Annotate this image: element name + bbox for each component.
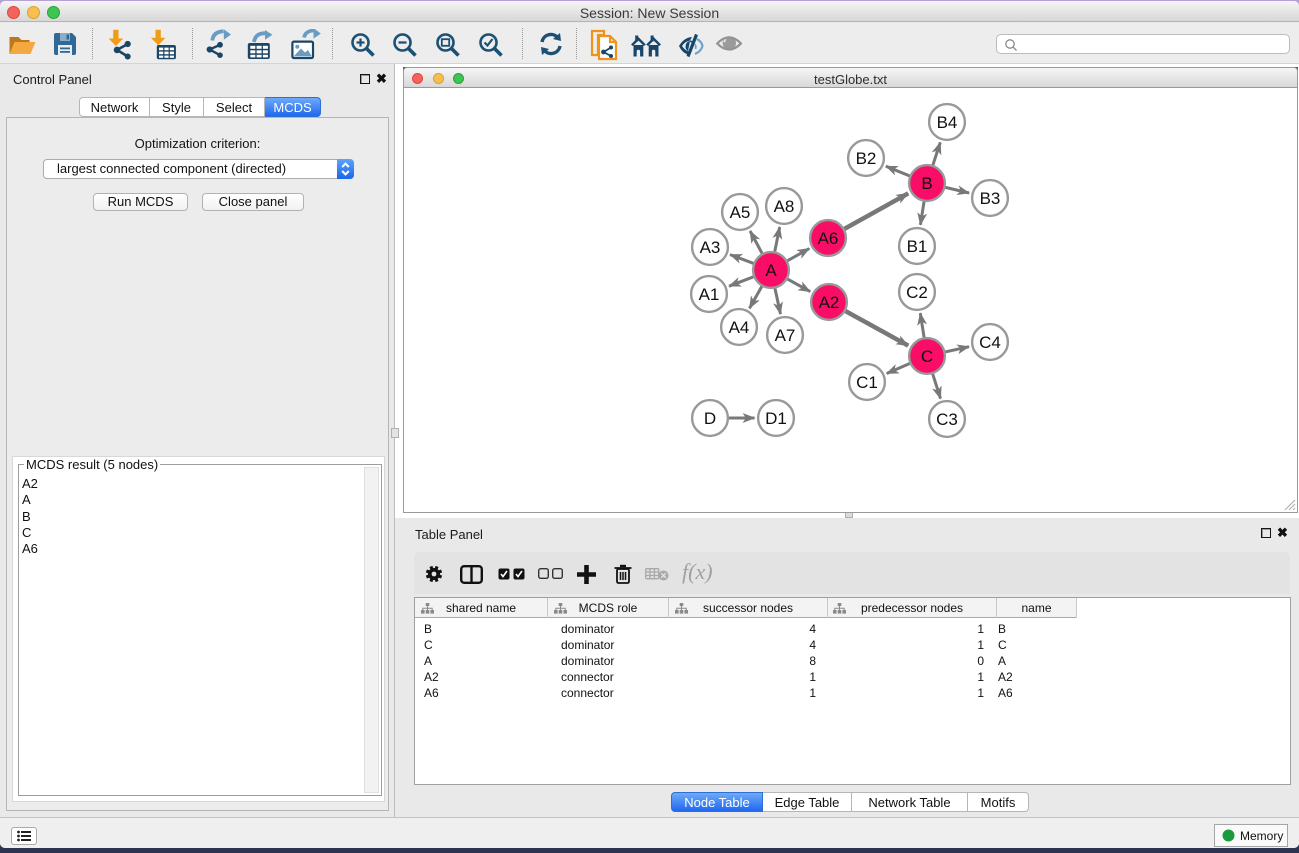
svg-text:D: D [704, 409, 716, 428]
svg-text:B3: B3 [980, 189, 1001, 208]
svg-text:C: C [921, 347, 933, 366]
svg-text:C4: C4 [979, 333, 1001, 352]
svg-text:A: A [765, 261, 777, 280]
svg-text:C2: C2 [906, 283, 928, 302]
svg-text:A5: A5 [730, 203, 751, 222]
svg-text:C1: C1 [856, 373, 878, 392]
svg-text:B: B [921, 174, 932, 193]
svg-text:B1: B1 [907, 237, 928, 256]
svg-text:A4: A4 [729, 318, 750, 337]
svg-text:B4: B4 [937, 113, 958, 132]
svg-text:A7: A7 [775, 326, 796, 345]
svg-text:A8: A8 [774, 197, 795, 216]
svg-text:B2: B2 [856, 149, 877, 168]
svg-text:A2: A2 [819, 293, 840, 312]
svg-text:C3: C3 [936, 410, 958, 429]
svg-text:A1: A1 [699, 285, 720, 304]
svg-text:A6: A6 [818, 229, 839, 248]
svg-text:A3: A3 [700, 238, 721, 257]
svg-text:D1: D1 [765, 409, 787, 428]
